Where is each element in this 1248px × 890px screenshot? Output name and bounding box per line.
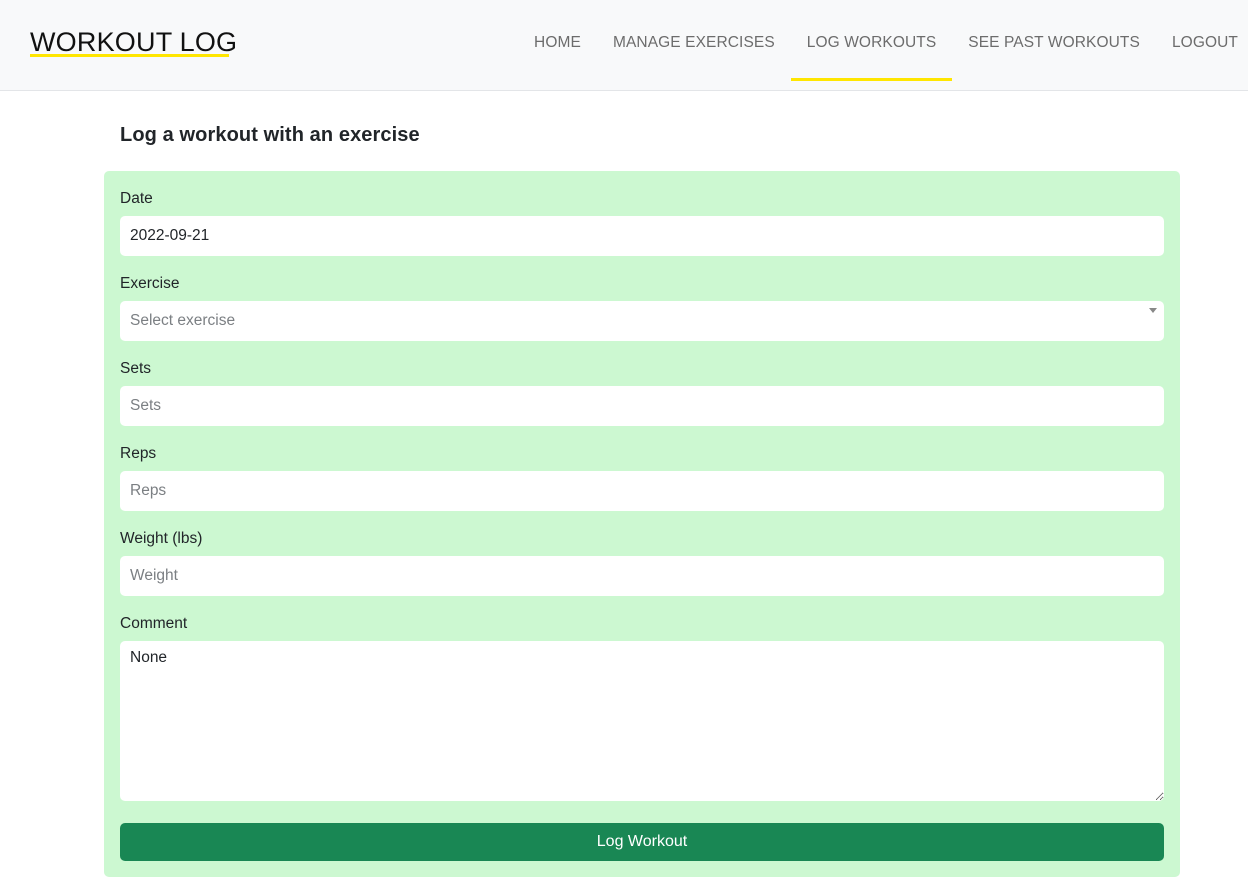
nav-item-log-workouts[interactable]: LOG WORKOUTS bbox=[790, 0, 953, 91]
comment-field[interactable]: None bbox=[120, 641, 1164, 801]
nav-item-home[interactable]: HOME bbox=[518, 0, 597, 91]
page-title: Log a workout with an exercise bbox=[120, 124, 420, 146]
log-workout-button[interactable]: Log Workout bbox=[120, 823, 1164, 861]
weight-field[interactable] bbox=[120, 556, 1164, 596]
nav-item-manage-exercises[interactable]: MANAGE EXERCISES bbox=[597, 0, 791, 91]
exercise-select[interactable]: Select exercise bbox=[120, 301, 1164, 341]
exercise-label: Exercise bbox=[120, 275, 180, 292]
reps-label: Reps bbox=[120, 445, 157, 462]
navbar: WORKOUT LOG HOME MANAGE EXERCISES LOG WO… bbox=[0, 0, 1248, 91]
nav-item-logout[interactable]: LOGOUT bbox=[1156, 0, 1248, 91]
log-workout-form: Date Exercise Select exercise Sets Reps … bbox=[104, 171, 1180, 877]
weight-label: Weight (lbs) bbox=[120, 530, 203, 547]
date-field[interactable] bbox=[120, 216, 1164, 256]
nav-menu: HOME MANAGE EXERCISES LOG WORKOUTS SEE P… bbox=[518, 0, 1248, 91]
reps-field[interactable] bbox=[120, 471, 1164, 511]
sets-label: Sets bbox=[120, 360, 152, 377]
nav-item-see-past-workouts[interactable]: SEE PAST WORKOUTS bbox=[952, 0, 1156, 91]
brand-underline bbox=[30, 54, 229, 57]
date-label: Date bbox=[120, 190, 153, 207]
caret-down-icon bbox=[1149, 308, 1157, 313]
exercise-select-placeholder: Select exercise bbox=[130, 312, 236, 329]
comment-label: Comment bbox=[120, 615, 188, 632]
sets-field[interactable] bbox=[120, 386, 1164, 426]
